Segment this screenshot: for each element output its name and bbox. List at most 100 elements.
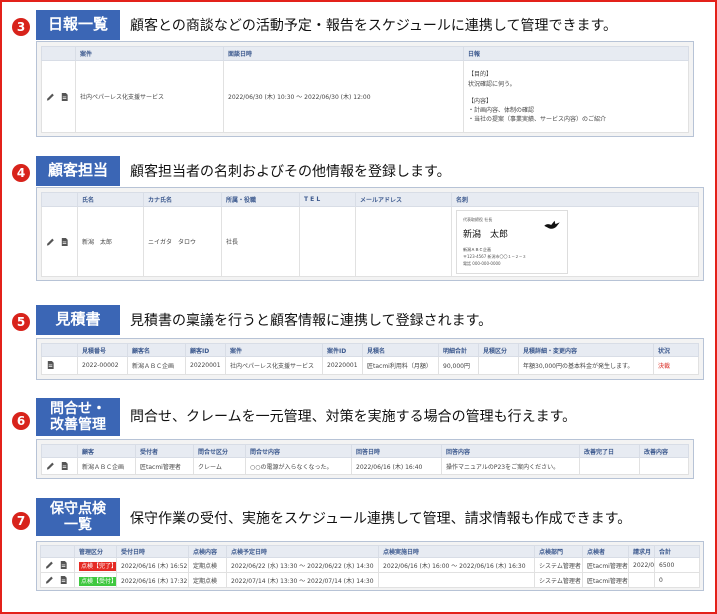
cell: 90,000円: [438, 356, 479, 375]
quotation-panel: 見積番号 顧客名 顧客ID 案件 案件ID 見積名 明細合計 見積区分 見積詳細…: [36, 338, 704, 380]
column-header-actions: [40, 545, 75, 558]
customer-contact-table: 氏名 カナ氏名 所属・役職 T E L メールアドレス 名刺 新潟 太郎 ニイガ…: [41, 192, 699, 277]
cell-title: 社長: [221, 206, 300, 277]
column-header: 見積名: [362, 343, 439, 357]
section-inquiry: 6 問合せ・ 改善管理 問合せ、クレームを一元管理、対策を実施する場合の管理も行…: [12, 396, 710, 486]
cell: ○○の電源が入らなくなった。: [245, 457, 352, 475]
column-header: 問合せ区分: [193, 444, 246, 458]
cell: 匠tacmi管理者: [582, 572, 629, 588]
cell: [639, 457, 689, 475]
pencil-icon[interactable]: [46, 92, 55, 102]
column-header: 点検実施日時: [378, 545, 535, 558]
table-row[interactable]: 点検【完了】 2022/06/16 (木) 16:52 定期点検 2022/06…: [40, 557, 700, 573]
column-header: カナ氏名: [143, 192, 222, 207]
document-icon[interactable]: [59, 575, 68, 585]
section-description: 見積書の稟議を行うと顧客情報に連携して登録されます。: [130, 313, 493, 329]
column-header: 点検者: [582, 545, 629, 558]
section-number: 7: [12, 512, 30, 530]
cell: 2022/06/16 (木) 16:00 ～ 2022/06/16 (木) 16…: [378, 557, 535, 573]
card-tel: 電話 000-000-0000: [463, 260, 501, 266]
column-header: メールアドレス: [355, 192, 452, 207]
column-header: 面談日時: [223, 46, 464, 61]
column-header: 点検部門: [534, 545, 583, 558]
maintenance-panel: 管理区分 受付日時 点検内容 点検予定日時 点検実施日時 点検部門 点検者 請求…: [36, 541, 704, 591]
pencil-icon[interactable]: [46, 237, 55, 247]
column-header: 見積詳細・変更内容: [518, 343, 654, 357]
cell: [628, 572, 655, 588]
table-row[interactable]: 新潟 太郎 ニイガタ タロウ 社長 代表取締役 社長 新潟 太郎 新潟ＡＢＣ企画…: [41, 206, 699, 277]
cell-name: 新潟 太郎: [77, 206, 144, 277]
cell: [478, 356, 519, 375]
cell: 匠tacmi管理者: [135, 457, 194, 475]
table-row[interactable]: 2022-00002 新潟ＡＢＣ企画 20220001 社内ペパーレス化支援サー…: [41, 356, 699, 375]
section-number: 4: [12, 164, 30, 182]
section-number: 5: [12, 313, 30, 331]
column-header: 日報: [463, 46, 689, 61]
table-row[interactable]: 社内ペパーレス化支援サービス 2022/06/30 (木) 10:30 ～ 20…: [41, 60, 689, 133]
column-header: 状況: [653, 343, 699, 357]
section-label: 顧客担当: [36, 156, 120, 186]
customer-contact-panel: 氏名 カナ氏名 所属・役職 T E L メールアドレス 名刺 新潟 太郎 ニイガ…: [36, 187, 704, 281]
cell: 6500: [654, 557, 700, 573]
pencil-icon[interactable]: [45, 575, 54, 585]
report-line: ・計画内容、体制の確認: [468, 107, 535, 115]
document-icon[interactable]: [60, 92, 69, 102]
report-line: 状況確認に伺う。: [468, 80, 516, 88]
column-header: 案件: [225, 343, 323, 357]
cell: 社内ペパーレス化支援サービス: [225, 356, 323, 375]
pencil-icon[interactable]: [46, 461, 55, 471]
column-header: 明細合計: [438, 343, 479, 357]
cell-tel: [299, 206, 356, 277]
column-header: 点検予定日時: [226, 545, 379, 558]
column-header: 見積番号: [77, 343, 128, 357]
column-header: 所属・役職: [221, 192, 300, 207]
report-line: [468, 89, 684, 97]
section-customer-contact: 4 顧客担当 顧客担当者の名刺およびその他情報を登録します。 氏名 カナ氏名 所…: [12, 154, 710, 284]
column-header: 顧客名: [127, 343, 186, 357]
cell: 新潟ＡＢＣ企画: [127, 356, 186, 375]
document-icon[interactable]: [46, 360, 55, 370]
column-header: 案件: [75, 46, 224, 61]
daily-report-table: 案件 面談日時 日報 社内ペパーレス化支援サービス 2022/06/30 (木)…: [41, 46, 689, 133]
inquiry-table: 顧客 受付者 問合せ区分 問合せ内容 回答日時 回答内容 改善完了日 改善内容 …: [41, 444, 689, 475]
quotation-table: 見積番号 顧客名 顧客ID 案件 案件ID 見積名 明細合計 見積区分 見積詳細…: [41, 343, 699, 375]
cell: 定期点検: [188, 557, 227, 573]
section-description: 顧客担当者の名刺およびその他情報を登録します。: [130, 164, 451, 180]
section-label: 見積書: [36, 305, 120, 335]
cell: 2022/07/14 (木) 13:30 ～ 2022/07/14 (木) 14…: [226, 572, 379, 588]
document-icon[interactable]: [60, 461, 69, 471]
card-name: 新潟 太郎: [463, 229, 509, 240]
column-header: 問合せ内容: [245, 444, 352, 458]
cell: 匠tacmi利用料（月額）: [362, 356, 439, 375]
cell-kana: ニイガタ タロウ: [143, 206, 222, 277]
table-row[interactable]: 新潟ＡＢＣ企画 匠tacmi管理者 クレーム ○○の電源が入らなくなった。 20…: [41, 457, 689, 475]
maintenance-table: 管理区分 受付日時 点検内容 点検予定日時 点検実施日時 点検部門 点検者 請求…: [40, 545, 700, 588]
card-company: 新潟ＡＢＣ企画: [463, 246, 491, 252]
column-header: 受付者: [135, 444, 194, 458]
cell: 操作マニュアルのP23をご案内ください。: [441, 457, 580, 475]
column-header: 回答内容: [441, 444, 580, 458]
report-line: 【内容】: [468, 97, 493, 105]
column-header: 管理区分: [74, 545, 117, 558]
cell: [378, 572, 535, 588]
section-number: 3: [12, 18, 30, 36]
cell: 2022-00002: [77, 356, 128, 375]
business-card[interactable]: 代表取締役 社長 新潟 太郎 新潟ＡＢＣ企画 〒123-4567 新潟市〇〇１−…: [456, 209, 568, 274]
section-label: 問合せ・ 改善管理: [36, 398, 120, 436]
section-daily-report: 3 日報一覧 顧客との商談などの活動予定・報告をスケジュールに連携して管理できま…: [12, 8, 710, 138]
column-header-actions: [41, 444, 78, 458]
daily-report-panel: 案件 面談日時 日報 社内ペパーレス化支援サービス 2022/06/30 (木)…: [36, 41, 694, 137]
column-header: 改善内容: [639, 444, 689, 458]
document-icon[interactable]: [60, 237, 69, 247]
document-icon[interactable]: [59, 560, 68, 570]
cell: 2022/06/16 (木) 16:52: [116, 557, 189, 573]
column-header: 点検内容: [188, 545, 227, 558]
report-line: ・当社の提案（事業実績、サービス内容）のご紹介: [468, 116, 607, 124]
column-header: 名刺: [451, 192, 699, 207]
table-row[interactable]: 点検【受付】 2022/06/16 (木) 17:32 定期点検 2022/07…: [40, 572, 700, 588]
column-header-actions: [41, 343, 78, 357]
cell: 定期点検: [188, 572, 227, 588]
section-maintenance: 7 保守点検 一覧 保守作業の受付、実施をスケジュール連携して管理、請求情報も作…: [12, 496, 710, 608]
cell: 2022/06/22 (水) 13:30 ～ 2022/06/22 (水) 14…: [226, 557, 379, 573]
pencil-icon[interactable]: [45, 560, 54, 570]
